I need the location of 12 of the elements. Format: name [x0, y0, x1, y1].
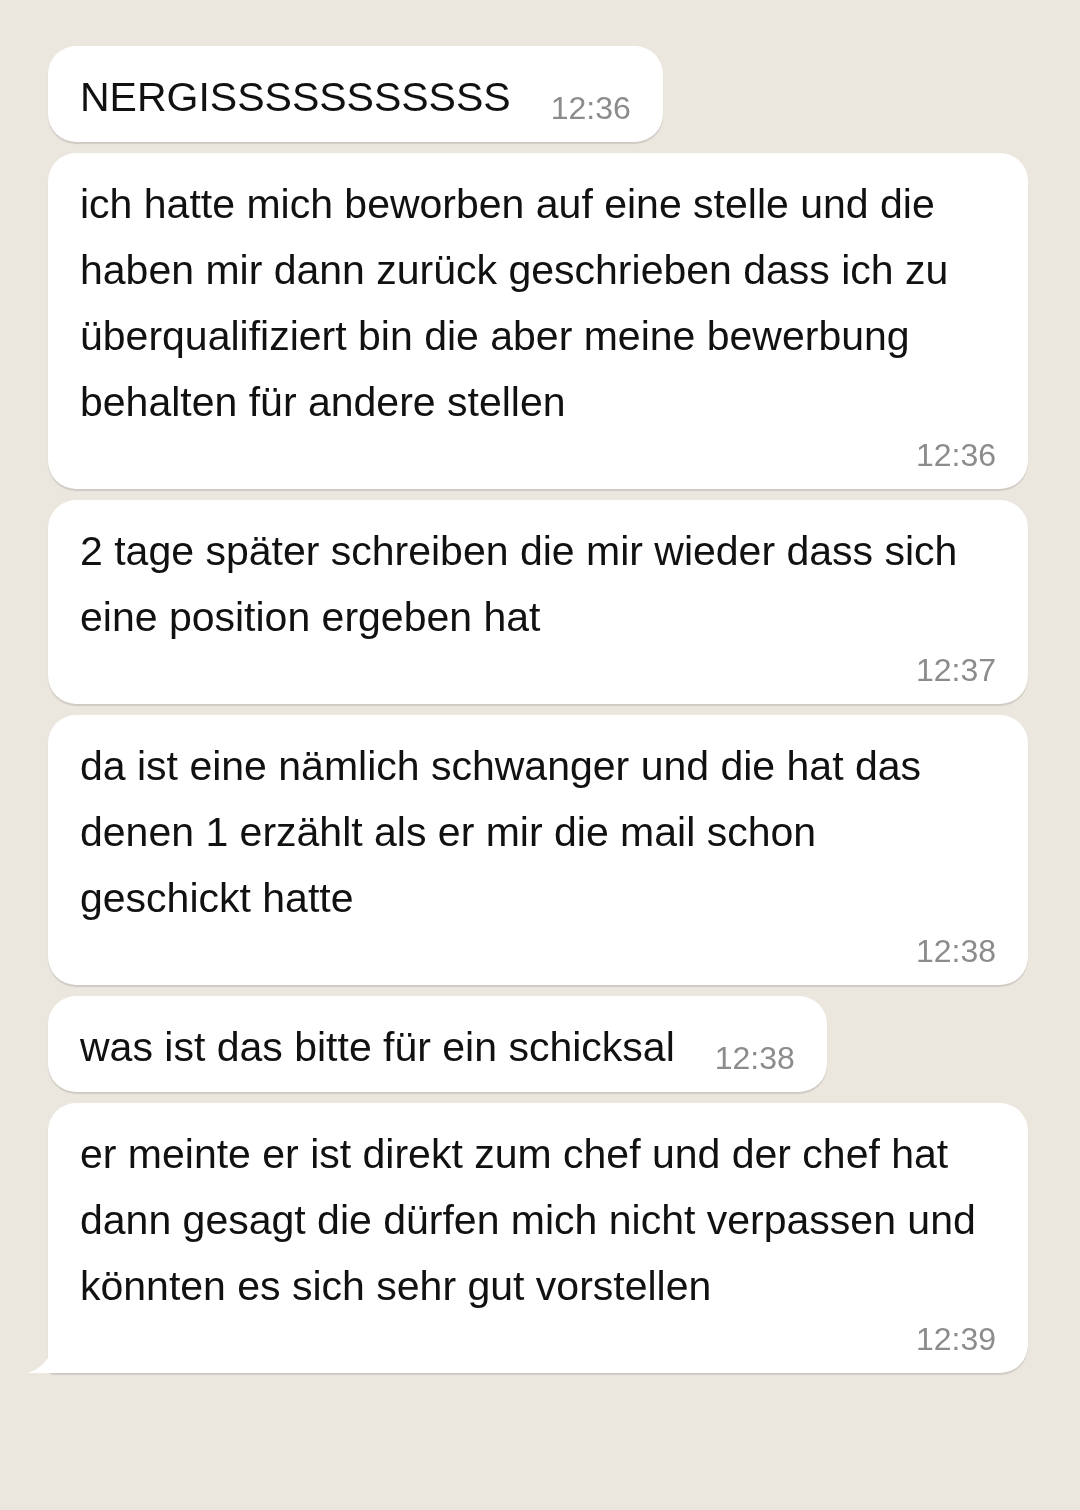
message-time: 12:38: [714, 1039, 795, 1078]
message-time: 12:36: [915, 436, 996, 475]
message-time: 12:36: [550, 89, 631, 128]
message-time: 12:39: [915, 1320, 996, 1359]
message-text: NERGISSSSSSSSSSS: [80, 73, 511, 122]
message-text: er meinte er ist direkt zum chef und der chef hat dann gesagt die dürfen mich nicht verpassen und könnten es sich sehr gut vorstellen: [80, 1130, 977, 1311]
message-text: 2 tage später schreiben die mir wieder dass sich eine position ergeben hat: [80, 527, 959, 642]
message-text: was ist das bitte für ein schicksal: [80, 1023, 675, 1072]
message-text: da ist eine nämlich schwanger und die hat das denen 1 erzählt als er mir die mail schon geschickt hatte: [80, 742, 923, 923]
message-text: ich hatte mich beworben auf eine stelle und die haben mir dann zurück geschrieben dass ich zu überqualifiziert bin die aber meine bewerbung behalten für andere stellen: [80, 180, 950, 427]
message-time: 12:38: [915, 932, 996, 971]
message-time: 12:37: [915, 651, 996, 690]
